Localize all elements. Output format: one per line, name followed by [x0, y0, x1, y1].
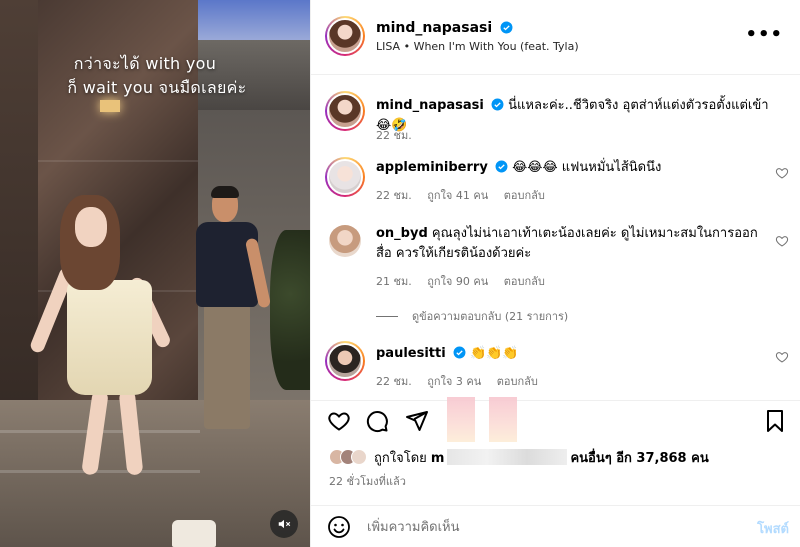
heart-icon — [328, 412, 350, 431]
timestamp[interactable]: 22 ชม. — [376, 375, 412, 388]
heart-outline-icon[interactable] — [775, 234, 789, 248]
audio-link[interactable]: LISA • When I'm With You (feat. Tyla) — [376, 40, 579, 53]
username-link[interactable]: mind_napasasi — [376, 20, 492, 36]
post-time[interactable]: 22 ชั่วโมงที่แล้ว — [329, 472, 406, 490]
comment-body: 😂😂😂 แฟนหมั่นไส้นิดนึง — [512, 160, 662, 175]
caption-meta: 22 ชม. — [376, 126, 424, 144]
blur-overlay — [489, 397, 517, 442]
likes-summary: ถูกใจโดย m คนอื่นๆ อีก 37,868 คน — [329, 447, 709, 467]
header-user: mind_napasasi — [376, 17, 513, 36]
reply-button[interactable]: ตอบกลับ — [504, 189, 545, 202]
comment-item: paulesitti 👏👏👏 22 ชม. ถูกใจ 3 คน ตอบกลับ — [311, 338, 800, 398]
avatar[interactable] — [329, 225, 361, 257]
liker-username[interactable]: m — [431, 451, 445, 466]
post-button[interactable]: โพสต์ — [757, 518, 789, 539]
woman-face — [75, 207, 107, 247]
woman-figure — [28, 195, 185, 495]
save-button[interactable] — [763, 409, 787, 433]
timestamp[interactable]: 21 ชม. — [376, 275, 412, 288]
comment-text: appleminiberry 😂😂😂 แฟนหมั่นไส้นิดนึง — [376, 158, 776, 178]
caption: mind_napasasi นี่แหละค่ะ..ชีวิตจริง อุตส… — [311, 88, 800, 148]
comment-meta: 22 ชม. ถูกใจ 3 คน ตอบกลับ — [376, 372, 550, 390]
avatar[interactable] — [325, 16, 365, 56]
handbag — [172, 520, 216, 547]
comment-composer: โพสต์ — [311, 505, 800, 547]
comment-input[interactable] — [367, 516, 717, 538]
reply-button[interactable]: ตอบกลับ — [504, 275, 545, 288]
blur-overlay — [447, 397, 475, 442]
man-figure — [190, 186, 272, 448]
send-icon — [406, 411, 428, 431]
username-link[interactable]: mind_napasasi — [376, 98, 484, 113]
username-link[interactable]: on_byd — [376, 226, 428, 241]
action-bar — [311, 400, 800, 440]
man-shirt — [196, 222, 258, 307]
comment-meta: 21 ชม. ถูกใจ 90 คน ตอบกลับ — [376, 272, 557, 290]
man-hair — [211, 186, 239, 198]
video-overlay-text: ก็ wait you จนมืดเลยค่ะ — [67, 78, 247, 97]
post-header: mind_napasasi LISA • When I'm With You (… — [311, 0, 800, 75]
view-replies-button[interactable]: ดูข้อความตอบกลับ (21 รายการ) — [376, 307, 568, 325]
blurred-username — [447, 448, 568, 465]
heart-outline-icon[interactable] — [775, 166, 789, 180]
share-button[interactable] — [405, 409, 429, 433]
scene-pillar-seam — [38, 160, 198, 162]
likes-prefix: ถูกใจโดย — [374, 450, 427, 466]
likes-count-link[interactable]: ถูกใจ 90 คน — [427, 275, 488, 288]
post-sidebar: mind_napasasi LISA • When I'm With You (… — [310, 0, 800, 547]
speaker-muted-icon — [278, 519, 291, 529]
woman-leg — [118, 389, 144, 476]
scene-sky — [195, 0, 310, 40]
scene-plants — [270, 230, 310, 390]
comment-meta: 22 ชม. ถูกใจ 41 คน ตอบกลับ — [376, 186, 557, 204]
verified-badge-icon — [453, 346, 466, 359]
avatar[interactable] — [325, 157, 365, 197]
reply-button[interactable]: ตอบกลับ — [497, 375, 538, 388]
username-link[interactable]: appleminiberry — [376, 160, 488, 175]
view-replies-label: ดูข้อความตอบกลับ (21 รายการ) — [412, 310, 569, 323]
avatar[interactable] — [325, 91, 365, 131]
caption-text: mind_napasasi นี่แหละค่ะ..ชีวิตจริง อุตส… — [376, 96, 776, 136]
post-video[interactable]: กว่าจะได้ with you ก็ wait you จนมืดเลยค… — [0, 0, 310, 547]
verified-badge-icon — [500, 21, 513, 34]
timestamp[interactable]: 22 ชม. — [376, 189, 412, 202]
like-button[interactable] — [327, 409, 351, 433]
man-pants — [204, 304, 250, 429]
comment-body: คุณลุงไม่น่าเอาเท้าเตะน้องเลยค่ะ ดูไม่เห… — [376, 226, 758, 261]
comments-list: mind_napasasi นี่แหละค่ะ..ชีวิตจริง อุตส… — [311, 76, 800, 399]
likes-count-link[interactable]: ถูกใจ 3 คน — [427, 375, 481, 388]
divider — [376, 315, 398, 317]
woman-leg — [81, 389, 109, 476]
username-link[interactable]: paulesitti — [376, 346, 446, 361]
timestamp[interactable]: 22 ชม. — [376, 129, 412, 142]
heart-outline-icon[interactable] — [775, 350, 789, 364]
others-link[interactable]: คนอื่นๆ อีก 37,868 คน — [570, 451, 708, 466]
mute-button[interactable] — [270, 510, 298, 538]
avatar[interactable] — [325, 341, 365, 381]
post-modal: กว่าจะได้ with you ก็ wait you จนมืดเลยค… — [0, 0, 800, 547]
emoji-icon — [328, 516, 350, 538]
comment-text: paulesitti 👏👏👏 — [376, 344, 776, 364]
more-options-button[interactable]: ••• — [745, 24, 783, 45]
woman-dress — [67, 280, 152, 395]
comment-text: on_byd คุณลุงไม่น่าเอาเท้าเตะน้องเลยค่ะ … — [376, 224, 761, 264]
verified-badge-icon — [495, 160, 508, 173]
verified-badge-icon — [491, 98, 504, 111]
video-overlay-text: กว่าจะได้ with you — [73, 54, 217, 73]
emoji-button[interactable] — [327, 515, 351, 539]
bookmark-icon — [767, 410, 783, 432]
likes-text: ถูกใจโดย m คนอื่นๆ อีก 37,868 คน — [374, 447, 709, 468]
comment-icon — [366, 411, 388, 433]
comment-item: on_byd คุณลุงไม่น่าเอาเท้าเตะน้องเลยค่ะ … — [311, 222, 800, 325]
comment-body: 👏👏👏 — [469, 346, 519, 361]
comment-button[interactable] — [365, 409, 389, 433]
likes-count-link[interactable]: ถูกใจ 41 คน — [427, 189, 488, 202]
avatar — [351, 449, 367, 465]
comment-item: appleminiberry 😂😂😂 แฟนหมั่นไส้นิดนึง 22 … — [311, 154, 800, 214]
scene-lamp — [100, 100, 120, 112]
